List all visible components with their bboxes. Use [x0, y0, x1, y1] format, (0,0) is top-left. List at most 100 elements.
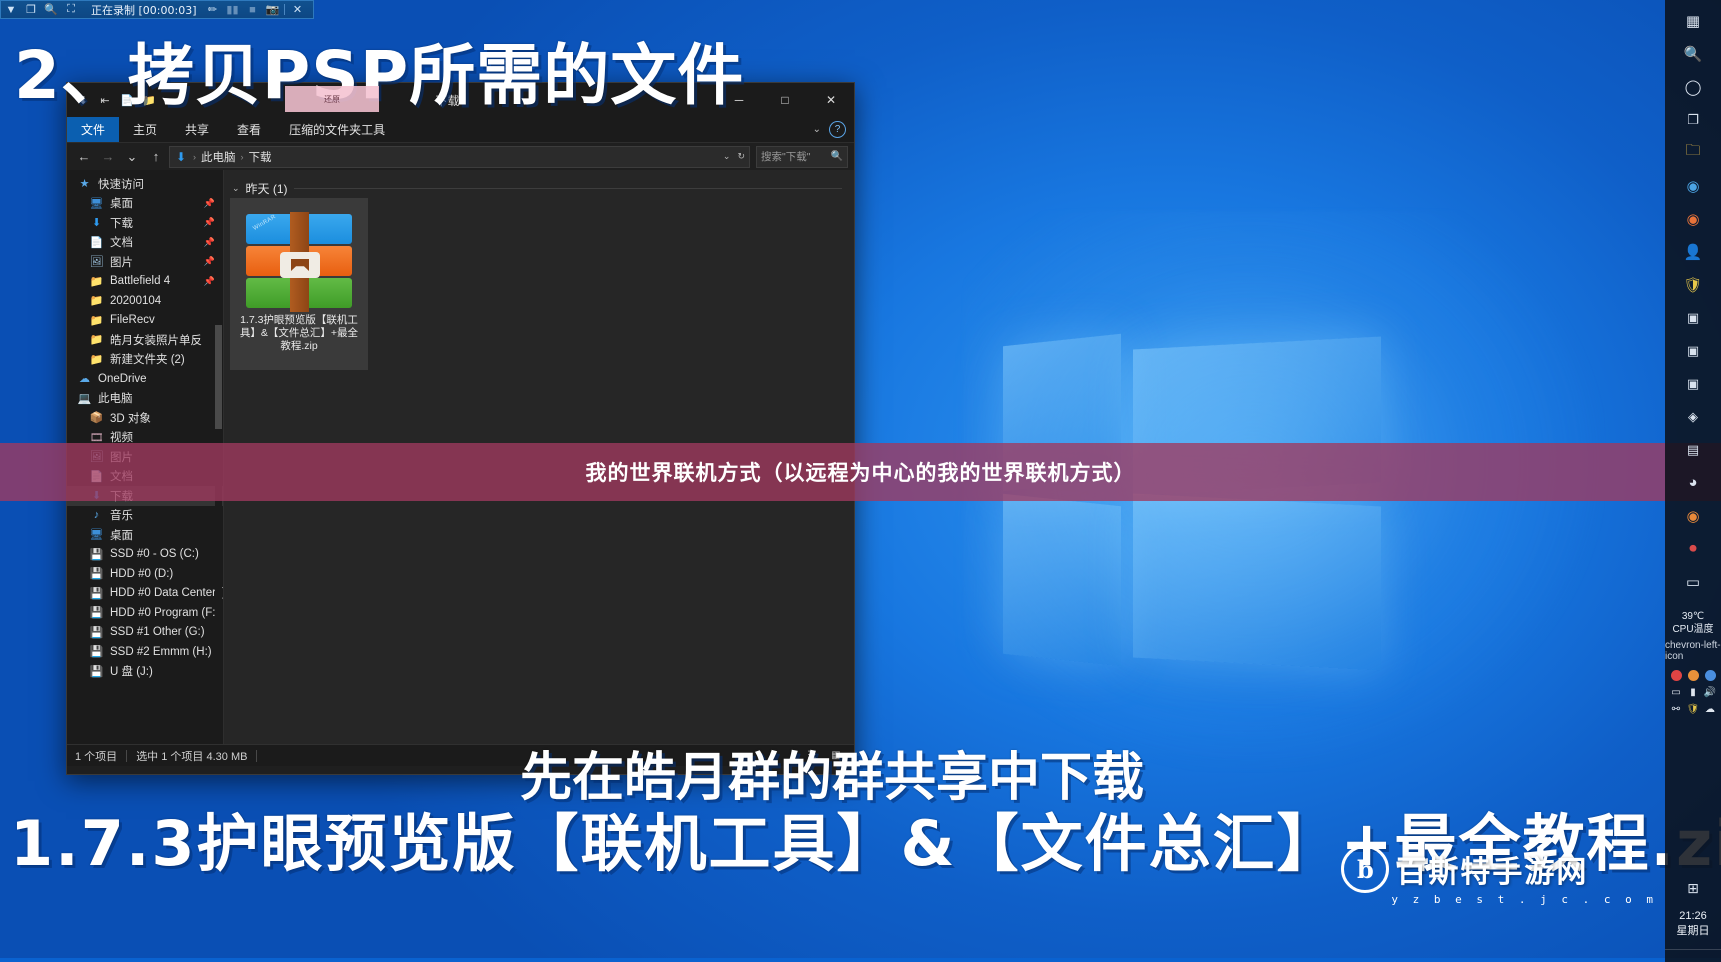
sidebar-item-20[interactable]: 💾 HDD #0 (D:) — [67, 564, 223, 584]
app-icon-4[interactable]: ◈ — [1670, 400, 1716, 433]
tab-share[interactable]: 共享 — [171, 117, 223, 142]
sidebar-item-17[interactable]: ♪ 音乐 — [67, 506, 223, 526]
search-input[interactable]: 搜索"下载" 🔍 — [756, 145, 848, 168]
search-icon[interactable]: 🔍 — [1670, 37, 1716, 70]
breadcrumb-this-pc[interactable]: 此电脑 — [201, 149, 236, 165]
app-icon-3[interactable]: ▣ — [1670, 367, 1716, 400]
forward-button[interactable]: → — [97, 146, 119, 168]
ribbon-right-controls[interactable]: ⌄ ? — [813, 117, 854, 142]
start-grid-icon[interactable]: ▦ — [1670, 4, 1716, 37]
chat-icon[interactable]: ▭ — [1670, 565, 1716, 598]
camera-icon[interactable]: 📷 — [262, 1, 282, 18]
sidebar-item-10[interactable]: ☁ OneDrive — [67, 369, 223, 389]
chevron-down-icon[interactable]: ▼ — [1, 1, 21, 18]
sidebar-item-8[interactable]: 📁 皓月女装照片单反 — [67, 330, 223, 350]
sidebar-item-5[interactable]: 📁 Battlefield 4 📌 — [67, 272, 223, 292]
person-icon[interactable]: 👤 — [1670, 235, 1716, 268]
sidebar-item-0[interactable]: ★ 快速访问 — [67, 174, 223, 194]
orange-dot-icon[interactable] — [1686, 668, 1700, 682]
shield-icon[interactable]: 🛡 — [1670, 268, 1716, 301]
view-buttons[interactable]: ☰ ▦ — [802, 747, 846, 764]
address-bar[interactable]: ⬇ › 此电脑 › 下载 ⌄ ↻ — [169, 145, 750, 168]
window-icon[interactable]: ❐ — [21, 1, 41, 18]
close-icon[interactable]: ✕ — [287, 1, 307, 18]
sidebar-item-11[interactable]: 💻 此电脑 — [67, 389, 223, 409]
clock[interactable]: 21:26 星期日 — [1665, 909, 1721, 939]
volume-icon[interactable]: 🔊 — [1703, 685, 1717, 699]
chevron-down-icon[interactable]: ⌄ — [232, 183, 240, 194]
sidebar-item-19[interactable]: 💾 SSD #0 - OS (C:) — [67, 545, 223, 565]
magnifier-icon[interactable]: 🔍 — [41, 1, 61, 18]
taskbar[interactable]: ▦ 🔍 ◯ ❐ 🗀 ◉ ◉ 👤 🛡 ▣ ▣ ▣ ◈ ▤ ◕ ◉ ⏺ ▭ 39℃ … — [1665, 0, 1721, 962]
back-button[interactable]: ← — [73, 146, 95, 168]
folder-icon[interactable]: 🗀 — [1670, 136, 1716, 169]
breadcrumb-downloads[interactable]: 下载 — [249, 149, 272, 165]
record-icon[interactable]: ⏺ — [1670, 532, 1716, 565]
magnifier-icon[interactable]: 🔍 — [831, 151, 843, 162]
pin-icon[interactable]: 📌 — [204, 217, 215, 228]
crop-icon[interactable]: ⛶ — [61, 1, 81, 18]
screen-recorder-toolbar[interactable]: ▼ ❐ 🔍 ⛶ 正在录制 [00:00:03] ✏ ▮▮ ■ 📷 ✕ — [0, 0, 314, 19]
new-folder-icon[interactable]: 📁 — [141, 92, 157, 108]
properties-icon[interactable]: 📄 — [119, 92, 135, 108]
shield-tray-icon[interactable]: 🛡 — [1686, 702, 1700, 716]
navigation-bar[interactable]: ← → ⌄ ↑ ⬇ › 此电脑 › 下载 ⌄ ↻ 搜索"下载" 🔍 — [67, 143, 854, 170]
file-item[interactable]: WinRAR 1.7.3护眼预览版【联机工具】&【文件总汇】+最全教程.zip — [230, 198, 368, 370]
sidebar-item-2[interactable]: ⬇ 下载 📌 — [67, 213, 223, 233]
sidebar-item-21[interactable]: 💾 HDD #0 Data Center ( — [67, 584, 223, 604]
task-view-icon[interactable]: ❐ — [1670, 103, 1716, 136]
ribbon-tabs[interactable]: 文件 主页 共享 查看 压缩的文件夹工具 ⌄ ? — [67, 117, 854, 143]
window-titlebar[interactable]: ⬇ ⇤ 📄 📁 ⌄ 下载 ─ □ ✕ — [67, 83, 854, 117]
maximize-button[interactable]: □ — [762, 83, 808, 117]
tab-view[interactable]: 查看 — [223, 117, 275, 142]
chevron-down-icon[interactable]: ⌄ — [163, 92, 179, 108]
battery-icon[interactable]: ▭ — [1669, 685, 1683, 699]
sidebar-item-22[interactable]: 💾 HDD #0 Program (F:) — [67, 603, 223, 623]
sidebar-item-7[interactable]: 📁 FileRecv — [67, 311, 223, 331]
cloud-tray-icon[interactable]: ☁ — [1703, 702, 1717, 716]
tab-file[interactable]: 文件 — [67, 117, 120, 142]
stop-icon[interactable]: ■ — [242, 1, 262, 18]
show-desktop-button[interactable] — [1665, 949, 1721, 962]
sidebar-item-3[interactable]: 📄 文档 📌 — [67, 233, 223, 253]
undo-icon[interactable]: ⇤ — [97, 92, 113, 108]
minimize-button[interactable]: ─ — [716, 83, 762, 117]
orange-app-icon[interactable]: ◉ — [1670, 499, 1716, 532]
group-header[interactable]: ⌄ 昨天 (1) — [232, 180, 854, 197]
sidebar-item-25[interactable]: 💾 U 盘 (J:) — [67, 662, 223, 682]
file-explorer-window[interactable]: ⬇ ⇤ 📄 📁 ⌄ 下载 ─ □ ✕ 文件 主页 共享 查看 压缩的文件夹工具 … — [66, 82, 855, 775]
app-icon-2[interactable]: ▣ — [1670, 334, 1716, 367]
help-icon[interactable]: ? — [829, 121, 846, 138]
sidebar-item-6[interactable]: 📁 20200104 — [67, 291, 223, 311]
sidebar-item-1[interactable]: 🖥 桌面 📌 — [67, 194, 223, 214]
sidebar-list[interactable]: ★ 快速访问 🖥 桌面 📌 ⬇ 下载 📌 📄 文档 📌 🖼 图片 📌 📁 Battlefield 4 📌 📁 202… — [67, 174, 223, 681]
up-button[interactable]: ↑ — [145, 146, 167, 168]
chevron-down-icon[interactable]: ⌄ — [813, 124, 821, 135]
chevron-left-icon[interactable]: chevron-left-icon — [1665, 640, 1721, 662]
pause-icon[interactable]: ▮▮ — [222, 1, 242, 18]
grid-icon[interactable]: ⊞ — [1670, 873, 1716, 903]
address-bar-controls[interactable]: ⌄ ↻ — [723, 151, 745, 162]
tab-home[interactable]: 主页 — [119, 117, 171, 142]
chevron-down-icon[interactable]: ⌄ — [723, 151, 731, 162]
pin-icon[interactable]: 📌 — [204, 276, 215, 287]
pencil-icon[interactable]: ✏ — [202, 1, 222, 18]
sidebar-item-4[interactable]: 🖼 图片 📌 — [67, 252, 223, 272]
sidebar-item-24[interactable]: 💾 SSD #2 Emmm (H:) — [67, 642, 223, 662]
save-icon[interactable]: ⬇ — [75, 92, 91, 108]
chrome-icon[interactable]: ◉ — [1670, 169, 1716, 202]
network-icon[interactable]: ▮ — [1686, 685, 1700, 699]
pin-icon[interactable]: 📌 — [204, 198, 215, 209]
sidebar-scrollbar[interactable] — [215, 325, 222, 429]
sidebar-item-9[interactable]: 📁 新建文件夹 (2) — [67, 350, 223, 370]
blue-dot-icon[interactable] — [1703, 668, 1717, 682]
firefox-icon[interactable]: ◉ — [1670, 202, 1716, 235]
app-icon-1[interactable]: ▣ — [1670, 301, 1716, 334]
close-button[interactable]: ✕ — [808, 83, 854, 117]
system-tray[interactable]: ▭ ▮ 🔊 ⚯ 🛡 ☁ — [1667, 668, 1719, 716]
clock-icon[interactable]: ◕ — [1670, 466, 1716, 499]
usb-icon[interactable]: ⚯ — [1669, 702, 1683, 716]
quick-access-toolbar[interactable]: ⬇ ⇤ 📄 📁 ⌄ — [67, 92, 179, 108]
red-dot-icon[interactable] — [1669, 668, 1683, 682]
recent-locations-button[interactable]: ⌄ — [121, 146, 143, 168]
